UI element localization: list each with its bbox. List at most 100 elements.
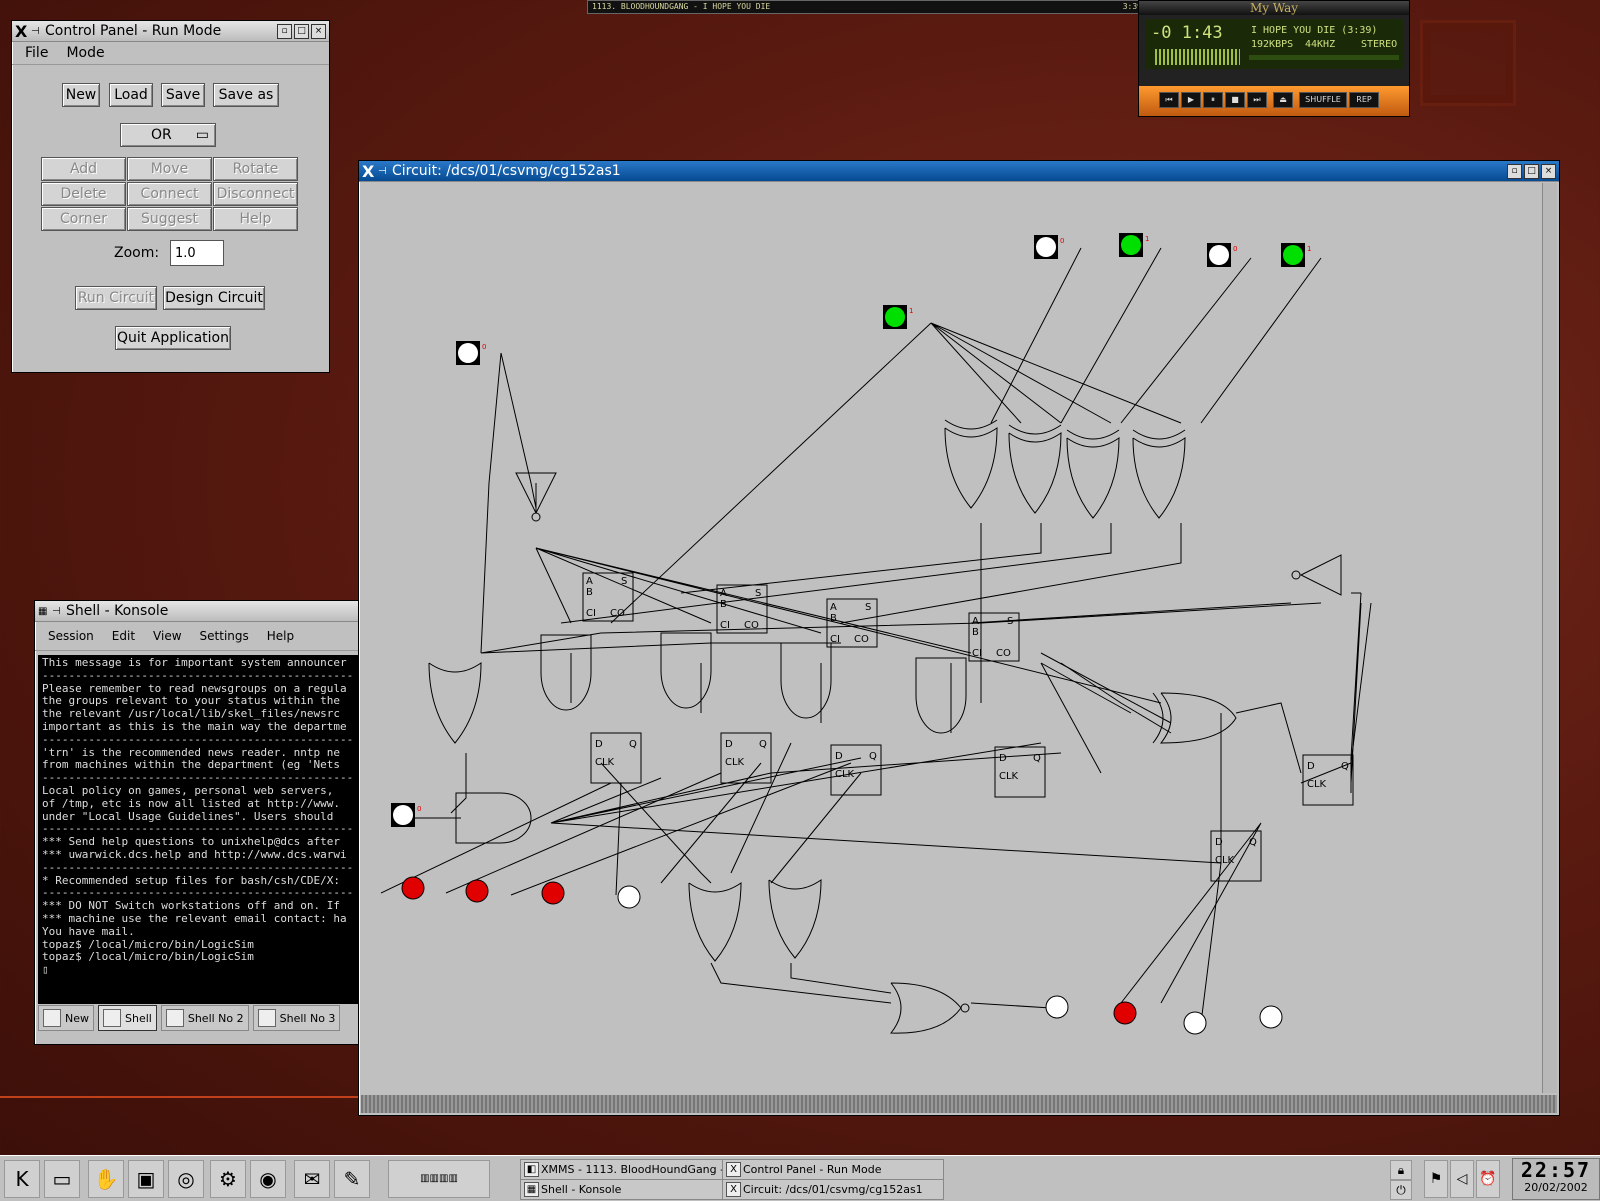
suggest-button[interactable]: Suggest xyxy=(127,207,212,231)
adder-pin-label: CO xyxy=(610,608,625,619)
lock-icon[interactable]: 🔒︎ xyxy=(1390,1160,1412,1180)
maximize-button[interactable]: □ xyxy=(1524,163,1539,179)
menu-view[interactable]: View xyxy=(144,629,190,643)
adder-pin-label: CO xyxy=(854,634,869,645)
minimize-button[interactable]: ▫ xyxy=(1507,163,1522,179)
xor-gate xyxy=(944,419,998,509)
mail-icon[interactable]: ✉ xyxy=(294,1160,330,1198)
new-session-button[interactable]: New xyxy=(38,1005,94,1031)
terminal-line: ----------------------------------------… xyxy=(42,732,354,746)
circuit-titlebar[interactable]: X ⊣ Circuit: /dcs/01/csvmg/cg152as1 ▫ □ … xyxy=(359,161,1559,182)
help-button[interactable]: Help xyxy=(213,207,298,231)
gates: ABCISCOABCISCOABCISCOABCISCOD QCLKD QCLKD Q… xyxy=(428,419,1354,1034)
vertical-scrollbar[interactable] xyxy=(1542,183,1557,1093)
tab-label: Shell xyxy=(125,1011,152,1025)
add-button[interactable]: Add xyxy=(41,157,126,181)
close-button[interactable]: × xyxy=(1541,163,1556,179)
xmms-repeat-button[interactable]: REP xyxy=(1349,92,1379,108)
gate-type-select[interactable]: OR ▭ xyxy=(120,123,216,147)
desktop-icon[interactable]: ▭ xyxy=(44,1160,80,1198)
alarm-icon[interactable]: ⏰ xyxy=(1476,1160,1500,1198)
task-circuit[interactable]: X Circuit: /dcs/01/csvmg/cg152as1 xyxy=(722,1179,944,1200)
zoom-input[interactable]: 1.0 xyxy=(170,240,224,266)
gate-type-value: OR xyxy=(151,127,172,143)
nor-bubble xyxy=(960,1003,970,1013)
pin-icon[interactable]: ▦ xyxy=(38,606,48,617)
corner-button[interactable]: Corner xyxy=(41,207,126,231)
disconnect-button[interactable]: Disconnect xyxy=(213,182,298,206)
adder-pin-label: CI xyxy=(586,608,596,619)
xmms-window[interactable]: My Way -0 1:43 I HOPE YOU DIE (3:39) 192… xyxy=(1138,0,1410,117)
adder-pin-label: S xyxy=(1007,616,1013,627)
xmms-volume-slider[interactable] xyxy=(1249,55,1399,60)
volume-icon[interactable]: ◁ xyxy=(1450,1160,1474,1198)
xmms-prev-button[interactable]: ⏮ xyxy=(1159,92,1179,108)
menu-session[interactable]: Session xyxy=(39,629,103,643)
tab-shell[interactable]: Shell xyxy=(98,1005,157,1031)
delete-button[interactable]: Delete xyxy=(41,182,126,206)
browser-icon[interactable]: ◉ xyxy=(250,1160,286,1198)
new-button[interactable]: New xyxy=(62,83,100,107)
kde-menu-icon[interactable]: K xyxy=(4,1160,40,1198)
tab-shell-3[interactable]: Shell No 3 xyxy=(252,1005,341,1031)
menu-mode[interactable]: Mode xyxy=(57,45,113,61)
connect-button[interactable]: Connect xyxy=(127,182,212,206)
flipflop-pin-label: D xyxy=(1307,761,1315,772)
terminal-icon[interactable]: ▣ xyxy=(128,1160,164,1198)
move-button[interactable]: Move xyxy=(127,157,212,181)
xmms-eject-button[interactable]: ⏏ xyxy=(1273,92,1293,108)
task-xmms[interactable]: ◧ XMMS - 1113. BloodHoundGang - I xyxy=(520,1159,732,1180)
konsole-menubar: Session Edit View Settings Help xyxy=(35,622,359,651)
rotate-button[interactable]: Rotate xyxy=(213,157,298,181)
menu-settings[interactable]: Settings xyxy=(191,629,258,643)
save-button[interactable]: Save xyxy=(161,83,205,107)
help-icon[interactable]: ◎ xyxy=(168,1160,204,1198)
run-circuit-button[interactable]: Run Circuit xyxy=(75,286,157,310)
tab-shell-2[interactable]: Shell No 2 xyxy=(160,1005,249,1031)
pin-icon[interactable]: ⊣ xyxy=(52,606,62,617)
io-nodes: 0 1 0 1 1 0 0 xyxy=(391,233,1311,1035)
logout-icon[interactable]: ⏻ xyxy=(1390,1180,1412,1200)
circuit-diagram[interactable]: ABCISCOABCISCOABCISCOABCISCOD QCLKD QCLKD Q… xyxy=(361,183,1541,1093)
xmms-song-scroller[interactable]: 1113. BLOODHOUNDGANG - I HOPE YOU DIE 3:… xyxy=(587,0,1147,14)
task-konsole[interactable]: ▦ Shell - Konsole xyxy=(520,1179,732,1200)
pin-icon[interactable]: ⊣ xyxy=(31,26,41,37)
menu-file[interactable]: File xyxy=(16,45,57,61)
quit-application-button[interactable]: Quit Application xyxy=(115,326,231,350)
flipflop-pin-label: D xyxy=(1215,837,1223,848)
control-panel-menubar: File Mode xyxy=(12,42,329,65)
xmms-stop-button[interactable]: ■ xyxy=(1225,92,1245,108)
task-label: Shell - Konsole xyxy=(541,1183,622,1196)
xor-arc xyxy=(1066,429,1120,440)
circuit-canvas[interactable]: A B CI S CO A B CI S CO A B CI S CO A B CI S CO D Q CLK D Q CLK D Q… xyxy=(361,183,1541,1093)
tab-label: Shell No 2 xyxy=(187,1011,244,1025)
maximize-button[interactable]: □ xyxy=(294,23,309,39)
minimize-button[interactable]: ▫ xyxy=(277,23,292,39)
control-panel-titlebar[interactable]: X ⊣ Control Panel - Run Mode ▫ □ × xyxy=(12,21,329,42)
terminal-output[interactable]: This message is for important system ann… xyxy=(38,655,359,1004)
save-as-button[interactable]: Save as xyxy=(213,83,279,107)
konsole-titlebar[interactable]: ▦ ⊣ Shell - Konsole xyxy=(35,601,359,622)
horizontal-scrollbar[interactable] xyxy=(361,1095,1557,1113)
control-center-icon[interactable]: ⚙ xyxy=(210,1160,246,1198)
pager-icon[interactable]: ▥▥▥▥ xyxy=(388,1160,490,1198)
pin-icon[interactable]: ⊣ xyxy=(378,166,388,177)
terminal-line: This message is for important system ann… xyxy=(42,656,347,669)
keyboard-flag-icon[interactable]: ⚑ xyxy=(1424,1160,1448,1198)
xmms-next-button[interactable]: ⏭ xyxy=(1247,92,1267,108)
design-circuit-button[interactable]: Design Circuit xyxy=(163,286,265,310)
xmms-shuffle-button[interactable]: SHUFFLE xyxy=(1299,92,1347,108)
menu-edit[interactable]: Edit xyxy=(103,629,144,643)
xor-arc xyxy=(1008,424,1062,435)
load-button[interactable]: Load xyxy=(109,83,153,107)
menu-help[interactable]: Help xyxy=(258,629,303,643)
home-icon[interactable]: ✋ xyxy=(88,1160,124,1198)
xmms-pause-button[interactable]: ⏸ xyxy=(1203,92,1223,108)
output-led-o5 xyxy=(1045,995,1069,1019)
clock[interactable]: 22:57 20/02/2002 xyxy=(1512,1158,1600,1200)
editor-icon[interactable]: ✎ xyxy=(334,1160,370,1198)
adder-pin-label: CO xyxy=(996,648,1011,659)
task-control-panel[interactable]: X Control Panel - Run Mode xyxy=(722,1159,944,1180)
close-button[interactable]: × xyxy=(311,23,326,39)
xmms-play-button[interactable]: ▶ xyxy=(1181,92,1201,108)
